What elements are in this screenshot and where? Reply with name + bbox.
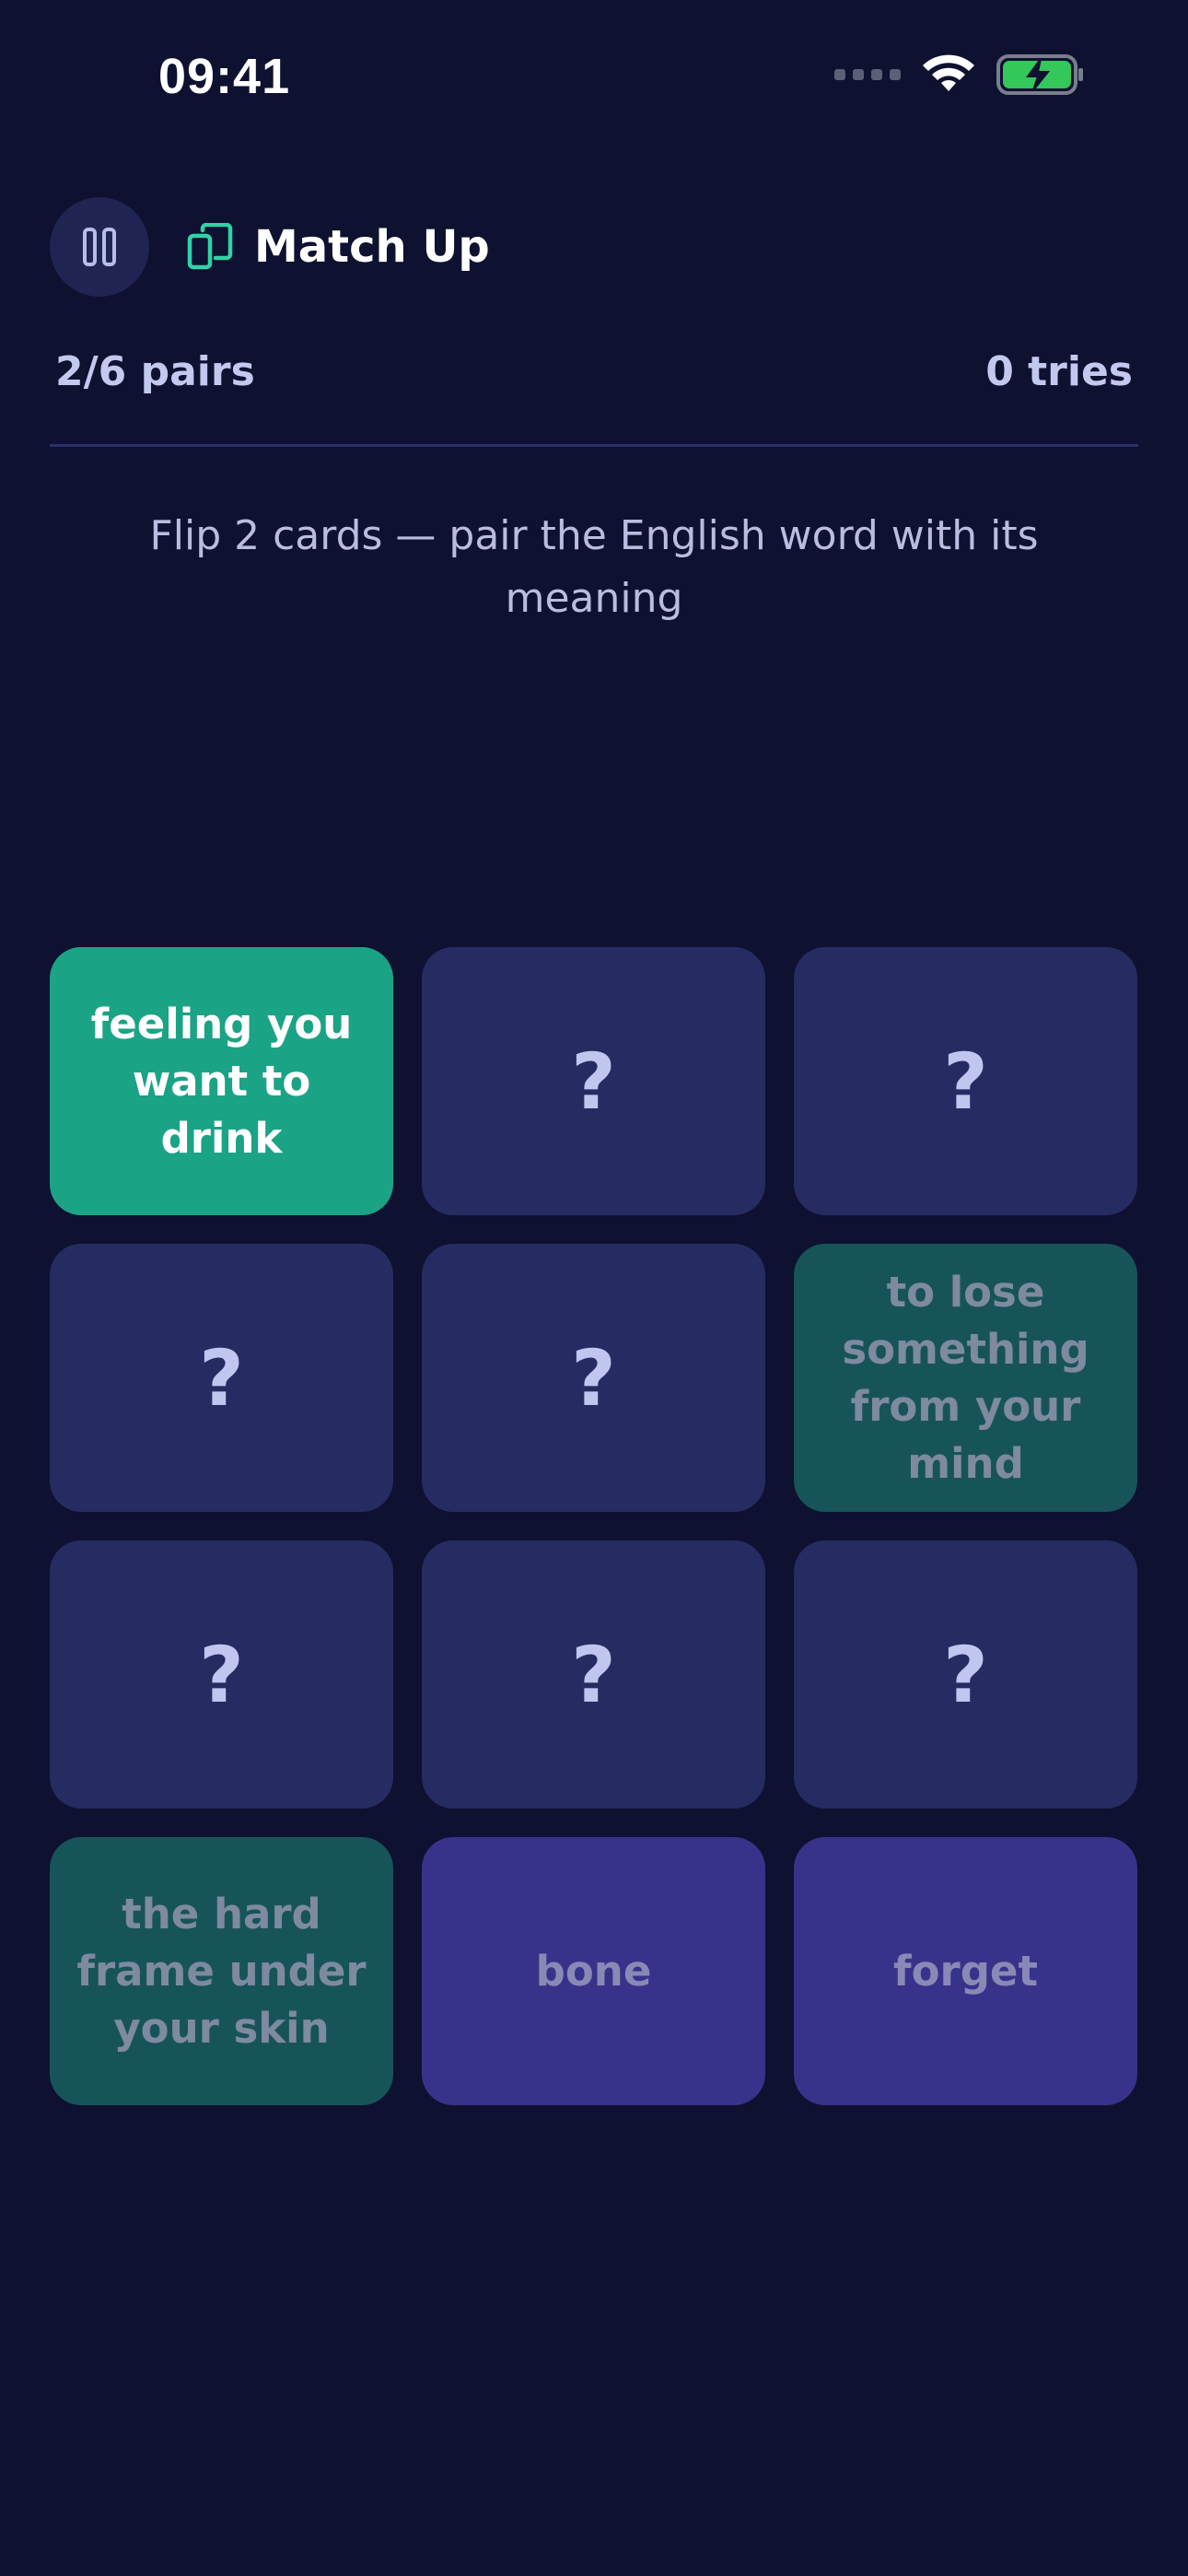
status-time: 09:41	[158, 49, 291, 104]
card-matched-meaning[interactable]: the hard frame under your skin	[50, 1837, 393, 2105]
card-hidden[interactable]: ?	[794, 947, 1137, 1215]
card-flipped[interactable]: feeling you want to drink	[50, 947, 393, 1215]
header: Match Up	[50, 197, 490, 297]
card-hidden[interactable]: ?	[50, 1540, 393, 1809]
status-bar: 09:41	[0, 0, 1188, 157]
tries-counter: 0 tries	[985, 348, 1133, 395]
divider	[50, 444, 1138, 447]
cards-icon	[186, 223, 234, 271]
card-hidden[interactable]: ?	[422, 947, 765, 1215]
page-title: Match Up	[254, 221, 490, 273]
game-stats: 2/6 pairs 0 tries	[55, 348, 1133, 395]
status-icons	[834, 53, 1085, 96]
card-matched-word[interactable]: bone	[422, 1837, 765, 2105]
card-hidden[interactable]: ?	[422, 1540, 765, 1809]
card-matched-meaning[interactable]: to lose something from your mind	[794, 1244, 1137, 1512]
battery-charging-icon	[996, 54, 1083, 95]
instruction-text: Flip 2 cards — pair the English word wit…	[149, 512, 1039, 622]
wifi-icon	[923, 54, 974, 91]
card-hidden[interactable]: ?	[50, 1244, 393, 1512]
card-grid: feeling you want to drink ? ? ? ? to los…	[50, 947, 1138, 2105]
signal-icon	[834, 69, 901, 80]
card-hidden[interactable]: ?	[422, 1244, 765, 1512]
pause-icon	[83, 228, 116, 266]
card-matched-word[interactable]: forget	[794, 1837, 1137, 2105]
pause-button[interactable]	[50, 197, 149, 297]
pairs-counter: 2/6 pairs	[55, 348, 255, 395]
card-hidden[interactable]: ?	[794, 1540, 1137, 1809]
